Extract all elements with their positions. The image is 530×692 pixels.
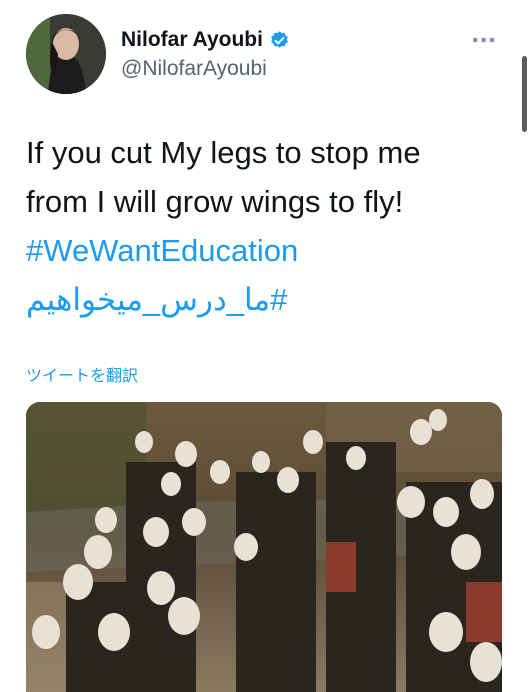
tweet-text: If you cut My legs to stop me from I wil… [26,128,506,324]
tweet-media-image[interactable] [26,402,502,692]
media-photo [26,402,502,692]
hashtag-link-persian[interactable]: #ما_درس_میخواهیم [26,275,287,324]
author-handle[interactable]: @NilofarAyoubi [121,57,267,81]
author-display-name[interactable]: Nilofar Ayoubi [121,28,263,52]
scrollbar-thumb[interactable] [522,56,527,132]
tweet-line-2: from I will grow wings to fly! [26,184,404,219]
more-options-icon[interactable]: ••• [472,30,497,51]
avatar-photo [26,14,106,94]
tweet-line-1: If you cut My legs to stop me [26,135,421,170]
author-name-row[interactable]: Nilofar Ayoubi [121,28,290,52]
translate-tweet-link[interactable]: ツイートを翻訳 [26,362,138,386]
hashtag-link[interactable]: #WeWantEducation [26,233,298,268]
avatar[interactable] [26,14,106,94]
verified-badge-icon [269,30,290,51]
